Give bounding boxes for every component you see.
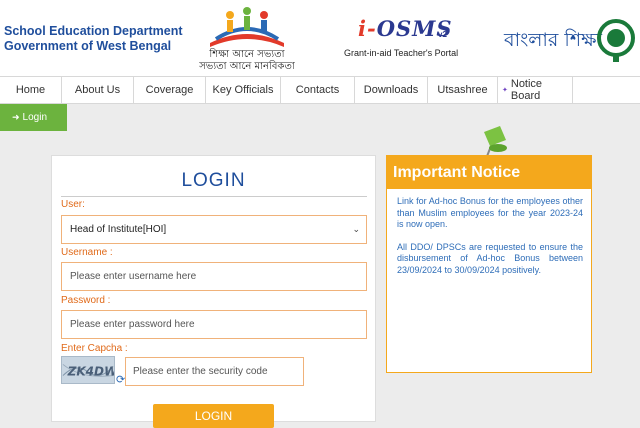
logo-tagline-2: সভ্যতা আনে মানবিকতা <box>199 61 295 72</box>
user-type-select[interactable]: Head of Institute[HOI] ⌄ <box>61 215 367 244</box>
notice-item[interactable]: Link for Ad-hoc Bonus for the employees … <box>397 196 583 231</box>
books-kids-icon <box>210 7 284 47</box>
login-tab-label: Login <box>22 112 48 123</box>
login-button[interactable]: LOGIN <box>153 404 274 428</box>
iosms-version: v2 <box>438 30 447 39</box>
nav-contacts[interactable]: Contacts <box>281 77 355 103</box>
username-input[interactable]: Please enter username here <box>61 262 367 291</box>
site-header: School Education Department Government o… <box>0 0 640 76</box>
nav-coverage[interactable]: Coverage <box>134 77 206 103</box>
username-label: Username : <box>61 247 113 258</box>
new-badge-icon: ✦ <box>502 87 508 94</box>
login-title: LOGIN <box>181 170 246 191</box>
government-seal-icon <box>597 19 635 62</box>
notice-item[interactable]: All DDO/ DPSCs are requested to ensure t… <box>397 242 583 277</box>
title-divider <box>61 196 367 197</box>
shiksha-logo: শিক্ষা আনে সভ্যতা সভ্যতা আনে মানবিকতা <box>192 5 302 72</box>
iosms-logo: i-OSMS v2 Grant-in-aid Teacher's Portal <box>336 16 466 66</box>
captcha-image: ZK4DW <box>61 356 115 384</box>
nav-utsashree[interactable]: Utsashree <box>428 77 498 103</box>
refresh-captcha-icon[interactable]: ⟳ <box>116 373 125 386</box>
notice-body: Link for Ad-hoc Bonus for the employees … <box>397 196 583 288</box>
captcha-text: ZK4DW <box>67 365 115 379</box>
nav-notice-board-label: Notice Board <box>510 78 543 102</box>
notice-title: Important Notice <box>387 156 591 189</box>
sign-in-icon: ➜ <box>12 112 20 122</box>
captcha-input[interactable]: Please enter the security code <box>125 357 304 386</box>
password-input[interactable]: Please enter password here <box>61 310 367 339</box>
portal-subtitle: Grant-in-aid Teacher's Portal <box>344 48 459 58</box>
nav-key-officials[interactable]: Key Officials <box>206 77 281 103</box>
nav-downloads[interactable]: Downloads <box>355 77 428 103</box>
nav-about-us[interactable]: About Us <box>62 77 134 103</box>
nav-notice-board[interactable]: ✦ Notice Board <box>498 77 573 103</box>
login-tab[interactable]: ➜ Login <box>0 104 67 131</box>
captcha-label: Enter Capcha : <box>61 343 128 354</box>
important-notice-panel: Important Notice Link for Ad-hoc Bonus f… <box>386 155 592 373</box>
main-nav: Home About Us Coverage Key Officials Con… <box>0 76 640 104</box>
user-label: User: <box>61 199 85 210</box>
user-type-value: Head of Institute[HOI] <box>70 224 167 235</box>
password-label: Password : <box>61 295 111 306</box>
banglar-shiksha-logo: বাংলার শিক্ষা <box>504 29 603 51</box>
nav-home[interactable]: Home <box>0 77 62 103</box>
chevron-down-icon: ⌄ <box>352 224 360 234</box>
login-card: LOGIN User: Head of Institute[HOI] ⌄ Use… <box>51 155 376 428</box>
department-title: School Education Department Government o… <box>4 24 183 53</box>
